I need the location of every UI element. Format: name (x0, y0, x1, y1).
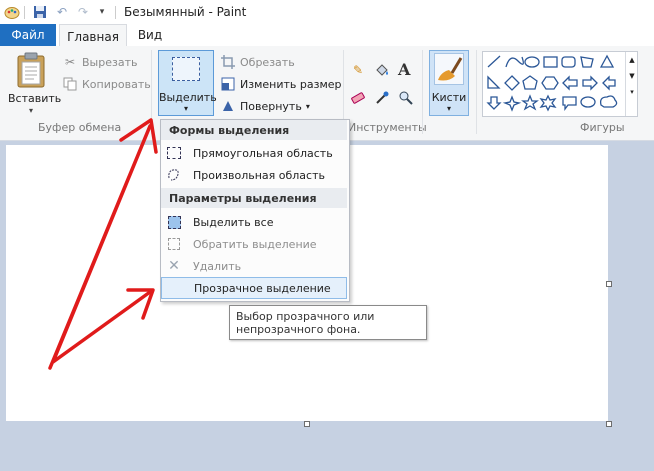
red-annotation-arrows (48, 118, 158, 370)
